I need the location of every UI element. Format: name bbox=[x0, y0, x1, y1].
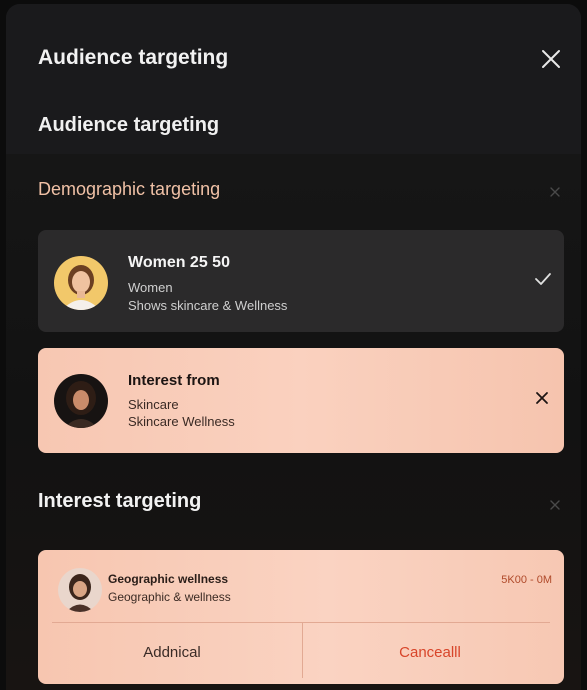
interest-section-title: Interest targeting bbox=[38, 490, 202, 512]
add-button[interactable]: Addnical bbox=[52, 630, 292, 674]
card-title: Interest from bbox=[128, 372, 220, 389]
panel-header: Audience targeting Audience targeting bbox=[6, 4, 581, 154]
section-heading: Audience targeting bbox=[38, 114, 220, 136]
interest-item-meta: 5K00 - 0M bbox=[501, 574, 552, 586]
card-detail: Women bbox=[128, 280, 173, 295]
avatar bbox=[54, 374, 108, 428]
collapse-demographic-icon[interactable] bbox=[548, 185, 562, 199]
card-detail: Skincare Wellness bbox=[128, 414, 235, 429]
avatar bbox=[58, 568, 102, 612]
interest-item-title: Geographic wellness bbox=[108, 572, 229, 586]
divider bbox=[52, 622, 550, 623]
avatar bbox=[54, 256, 108, 310]
card-detail: Shows skincare & Wellness bbox=[128, 298, 288, 313]
audience-targeting-panel: Audience targeting Audience targeting De… bbox=[6, 4, 581, 690]
card-detail: Skincare bbox=[128, 397, 179, 412]
check-icon[interactable] bbox=[532, 268, 554, 290]
close-icon[interactable] bbox=[536, 44, 566, 74]
audience-card-interest[interactable]: Interest from Skincare Skincare Wellness bbox=[38, 348, 564, 453]
audience-card-women[interactable]: Women 25 50 Women Shows skincare & Welln… bbox=[38, 230, 564, 332]
interest-card: Geographic wellness Geographic & wellnes… bbox=[38, 550, 564, 684]
close-icon[interactable] bbox=[532, 388, 552, 408]
card-title: Women 25 50 bbox=[128, 254, 230, 271]
panel-title: Audience targeting bbox=[38, 46, 229, 69]
cancel-button[interactable]: Cancealll bbox=[310, 630, 550, 674]
collapse-interest-icon[interactable] bbox=[548, 498, 562, 512]
interest-item-subtitle: Geographic & wellness bbox=[108, 590, 231, 604]
demographic-section-title: Demographic targeting bbox=[38, 179, 221, 199]
divider bbox=[302, 623, 303, 678]
